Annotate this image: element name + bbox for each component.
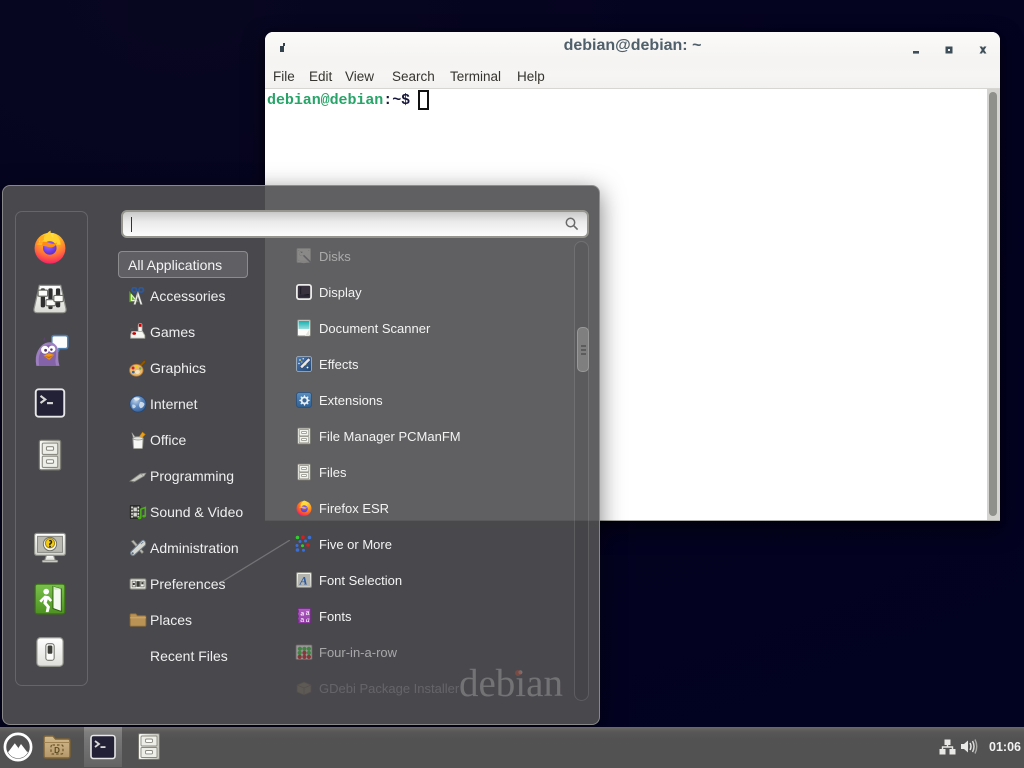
svg-text:a: a [306, 615, 310, 624]
svg-text:D: D [54, 746, 60, 755]
svg-text:a: a [300, 617, 304, 624]
svg-text:A: A [299, 573, 308, 587]
